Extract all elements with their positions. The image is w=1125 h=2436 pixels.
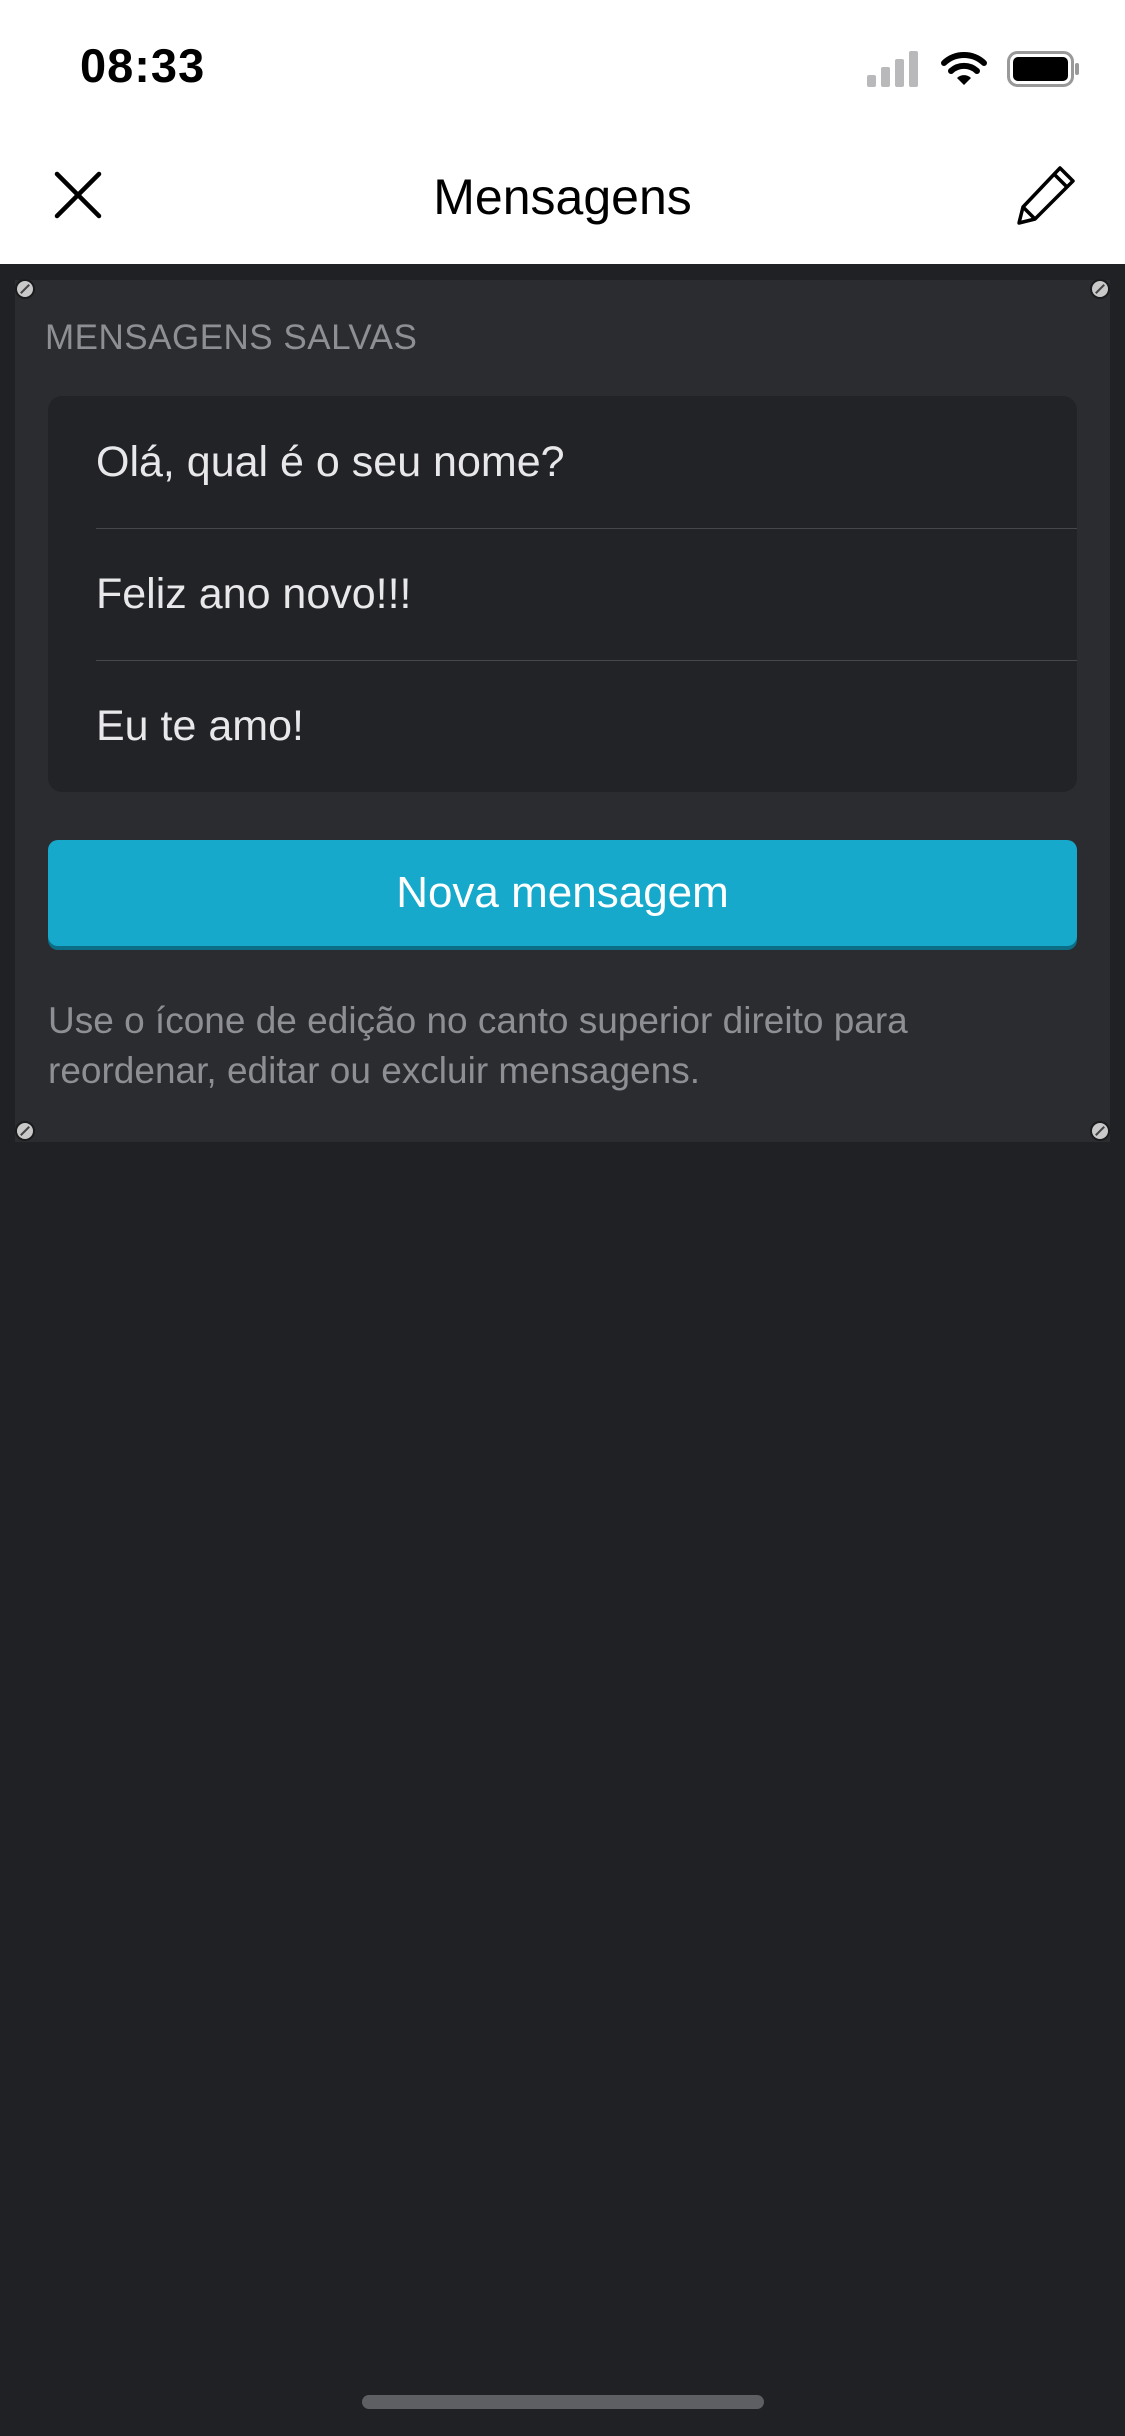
screw-icon bbox=[1092, 281, 1108, 297]
section-label: MENSAGENS SALVAS bbox=[45, 318, 418, 357]
cellular-signal-icon bbox=[867, 51, 918, 87]
list-item[interactable]: Eu te amo! bbox=[48, 660, 1077, 792]
pencil-edit-icon bbox=[1017, 166, 1075, 225]
message-text: Olá, qual é o seu nome? bbox=[96, 438, 565, 486]
page-title: Mensagens bbox=[433, 169, 692, 225]
battery-icon bbox=[1007, 51, 1079, 87]
screw-icon bbox=[17, 281, 33, 297]
screw-icon bbox=[17, 1123, 33, 1139]
hint-text: Use o ícone de edição no canto superior … bbox=[48, 1000, 908, 1091]
top-bar: 08:33 Mensagens bbox=[0, 0, 1125, 264]
saved-messages-list: Olá, qual é o seu nome? Feliz ano novo!!… bbox=[48, 396, 1077, 792]
edit-button[interactable] bbox=[1011, 160, 1081, 230]
new-message-button[interactable]: Nova mensagem bbox=[48, 840, 1077, 946]
list-item[interactable]: Feliz ano novo!!! bbox=[48, 528, 1077, 660]
home-indicator bbox=[362, 2395, 764, 2409]
message-text: Feliz ano novo!!! bbox=[96, 570, 412, 618]
status-time: 08:33 bbox=[80, 39, 206, 92]
message-text: Eu te amo! bbox=[96, 702, 304, 750]
wifi-icon bbox=[941, 52, 987, 85]
status-icons bbox=[867, 48, 1081, 90]
screw-icon bbox=[1092, 1123, 1108, 1139]
list-item[interactable]: Olá, qual é o seu nome? bbox=[48, 396, 1077, 528]
